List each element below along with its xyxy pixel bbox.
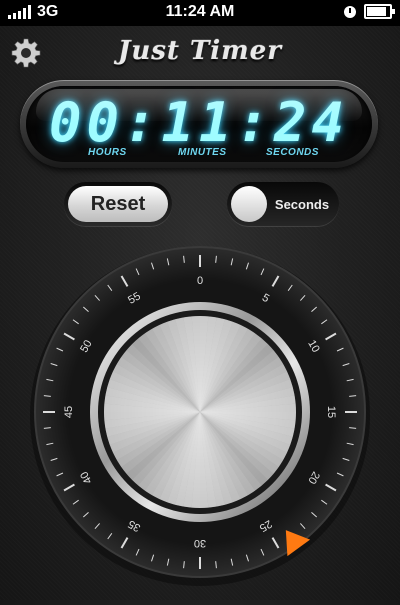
dial-svg[interactable]: 0510152025303540455055 xyxy=(0,240,400,600)
app-title: Just Timer xyxy=(118,36,282,66)
status-time: 11:24 AM xyxy=(165,3,235,20)
battery-icon xyxy=(364,4,395,19)
minutes-label: MINUTES xyxy=(178,147,227,158)
dial-label: 45 xyxy=(63,406,75,418)
dial-label: 15 xyxy=(325,406,337,418)
reset-button[interactable]: Reset xyxy=(64,182,172,226)
time-readout: 00:11:24 xyxy=(48,91,350,154)
toggle-knob[interactable] xyxy=(231,186,267,222)
hours-label: HOURS xyxy=(88,147,127,158)
time-display: 00:11:24 HOURS MINUTES SECONDS xyxy=(20,80,378,168)
toggle-label: Seconds xyxy=(274,196,330,212)
clock-icon xyxy=(344,5,356,18)
timer-dial[interactable]: 0 5 10 15 20 25 30 35 40 45 50 55 xyxy=(0,240,400,600)
status-bar: 3G 11:24 AM xyxy=(0,0,400,26)
seconds-label: SECONDS xyxy=(266,147,319,158)
dial-label: 30 xyxy=(194,537,206,549)
dial-label: 0 xyxy=(197,275,203,287)
knob-brushed-texture xyxy=(104,316,296,508)
reset-button-label: Reset xyxy=(68,186,168,222)
seconds-toggle[interactable]: Seconds xyxy=(227,182,339,226)
